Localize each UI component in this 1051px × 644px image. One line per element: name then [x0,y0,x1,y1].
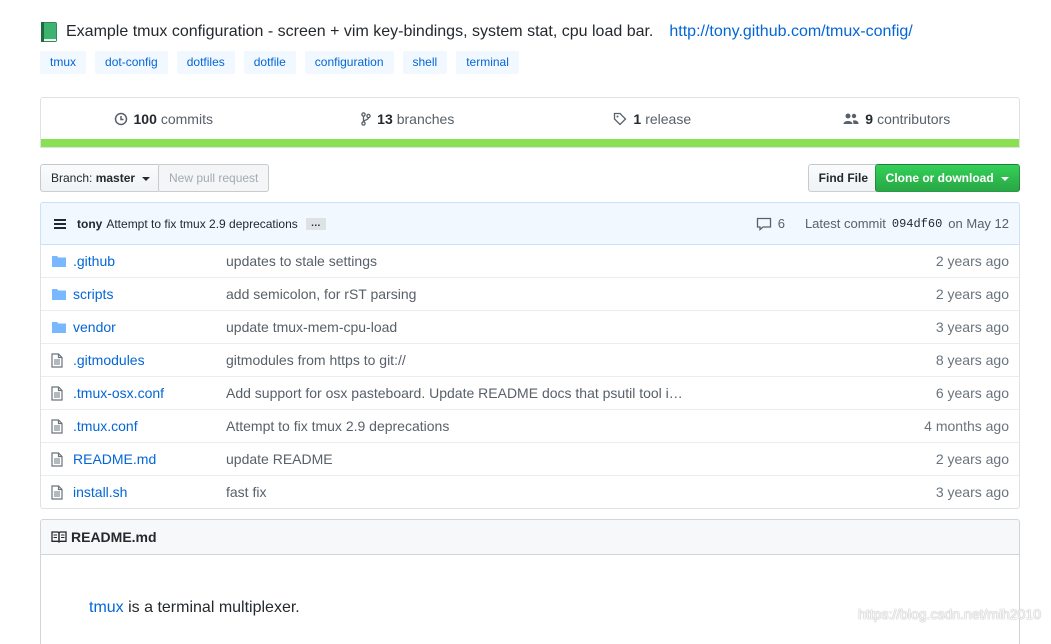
file-list: .githubupdates to stale settings2 years … [40,244,1020,509]
commit-sha[interactable]: 094df60 [892,217,942,231]
file-icon [51,385,67,401]
tag-icon [613,112,627,126]
file-age: 3 years ago [936,484,1009,500]
file-row: scriptsadd semicolon, for rST parsing2 y… [41,277,1019,310]
file-row: install.shfast fix3 years ago [41,475,1019,508]
topic-tag[interactable]: dotfile [244,51,296,74]
book-icon [51,530,67,544]
readme-title: README.md [71,529,157,545]
green-book-icon [40,21,58,43]
branches-count: 13 [377,111,393,127]
file-name-link[interactable]: .gitmodules [73,352,226,368]
clone-label: Clone or download [886,171,994,185]
readme-header: README.md [40,519,1020,555]
topic-tag[interactable]: dotfiles [177,51,235,74]
topic-tag[interactable]: tmux [40,51,86,74]
file-name-link[interactable]: .github [73,253,226,269]
commit-author[interactable]: tony [77,217,102,231]
commits-count: 100 [134,111,157,127]
file-commit-message[interactable]: updates to stale settings [226,253,936,269]
folder-icon [51,253,67,269]
git-branch-icon [361,112,371,126]
comment-count[interactable]: 6 [778,216,785,231]
file-name-link[interactable]: .tmux-osx.conf [73,385,226,401]
file-commit-message[interactable]: update tmux-mem-cpu-load [226,319,936,335]
new-pull-request-button[interactable]: New pull request [158,164,269,192]
file-commit-message[interactable]: fast fix [226,484,936,500]
branch-select-button[interactable]: Branch: master [40,164,161,192]
commits-label: commits [161,111,213,127]
homepage-link[interactable]: http://tony.github.com/tmux-config/ [669,23,912,41]
commit-date: on May 12 [948,216,1009,231]
file-row: vendorupdate tmux-mem-cpu-load3 years ag… [41,310,1019,343]
latest-commit-bar: tony Attempt to fix tmux 2.9 deprecation… [40,202,1020,245]
latest-commit-label: Latest commit [805,216,886,231]
file-commit-message[interactable]: gitmodules from https to git:// [226,352,936,368]
file-row: .tmux-osx.confAdd support for osx pasteb… [41,376,1019,409]
file-navigation: Branch: master New pull request Find Fil… [40,164,1020,192]
file-commit-message[interactable]: update README [226,451,936,467]
file-age: 2 years ago [936,253,1009,269]
tmux-link[interactable]: tmux [89,599,124,616]
topic-tag[interactable]: terminal [456,51,519,74]
watermark: https://blog.csdn.net/mih2010 [858,606,1041,622]
people-icon [843,112,859,126]
contributors-count: 9 [865,111,873,127]
file-name-link[interactable]: scripts [73,286,226,302]
topic-tag[interactable]: configuration [305,51,394,74]
commit-message[interactable]: Attempt to fix tmux 2.9 deprecations [106,217,297,231]
file-row: README.mdupdate README2 years ago [41,442,1019,475]
expand-commit-button[interactable]: … [306,218,326,230]
folder-icon [51,319,67,335]
file-age: 3 years ago [936,319,1009,335]
file-icon [51,484,67,500]
find-file-button[interactable]: Find File [808,164,879,192]
language-bar[interactable] [41,139,1019,147]
history-icon [114,112,128,126]
file-icon [51,418,67,434]
hamburger-icon[interactable] [53,218,67,230]
readme-intro: tmux is a terminal multiplexer. [89,599,300,617]
branch-name: master [96,171,135,185]
commits-link[interactable]: 100 commits [41,111,286,127]
file-commit-message[interactable]: Attempt to fix tmux 2.9 deprecations [226,418,924,434]
file-commit-message[interactable]: add semicolon, for rST parsing [226,286,936,302]
repo-summary: 100 commits 13 branches 1 release [40,97,1020,148]
releases-count: 1 [633,111,641,127]
repo-description-row: Example tmux configuration - screen + vi… [40,18,913,46]
branches-link[interactable]: 13 branches [286,111,531,127]
caret-down-icon [1001,177,1009,181]
branches-label: branches [397,111,455,127]
comment-icon[interactable] [756,217,772,231]
file-row: .tmux.confAttempt to fix tmux 2.9 deprec… [41,409,1019,442]
folder-icon [51,286,67,302]
clone-download-button[interactable]: Clone or download [875,164,1020,192]
file-icon [51,451,67,467]
readme-body: tmux is a terminal multiplexer. [40,554,1020,644]
branch-prefix: Branch: [51,171,92,185]
contributors-link[interactable]: 9 contributors [775,111,1020,127]
file-age: 8 years ago [936,352,1009,368]
readme-intro-text: is a terminal multiplexer. [124,599,300,616]
file-name-link[interactable]: vendor [73,319,226,335]
releases-label: release [645,111,691,127]
file-age: 2 years ago [936,286,1009,302]
file-icon [51,352,67,368]
contributors-label: contributors [877,111,950,127]
topic-list: tmux dot-config dotfiles dotfile configu… [40,51,519,74]
file-age: 6 years ago [936,385,1009,401]
file-name-link[interactable]: install.sh [73,484,226,500]
file-name-link[interactable]: README.md [73,451,226,467]
file-age: 4 months ago [924,418,1009,434]
releases-link[interactable]: 1 release [530,111,775,127]
topic-tag[interactable]: dot-config [95,51,168,74]
caret-down-icon [142,177,150,181]
file-commit-message[interactable]: Add support for osx pasteboard. Update R… [226,385,936,401]
file-row: .gitmodulesgitmodules from https to git:… [41,343,1019,376]
topic-tag[interactable]: shell [403,51,448,74]
file-row: .githubupdates to stale settings2 years … [41,244,1019,277]
file-age: 2 years ago [936,451,1009,467]
repo-description: Example tmux configuration - screen + vi… [66,23,653,41]
file-name-link[interactable]: .tmux.conf [73,418,226,434]
